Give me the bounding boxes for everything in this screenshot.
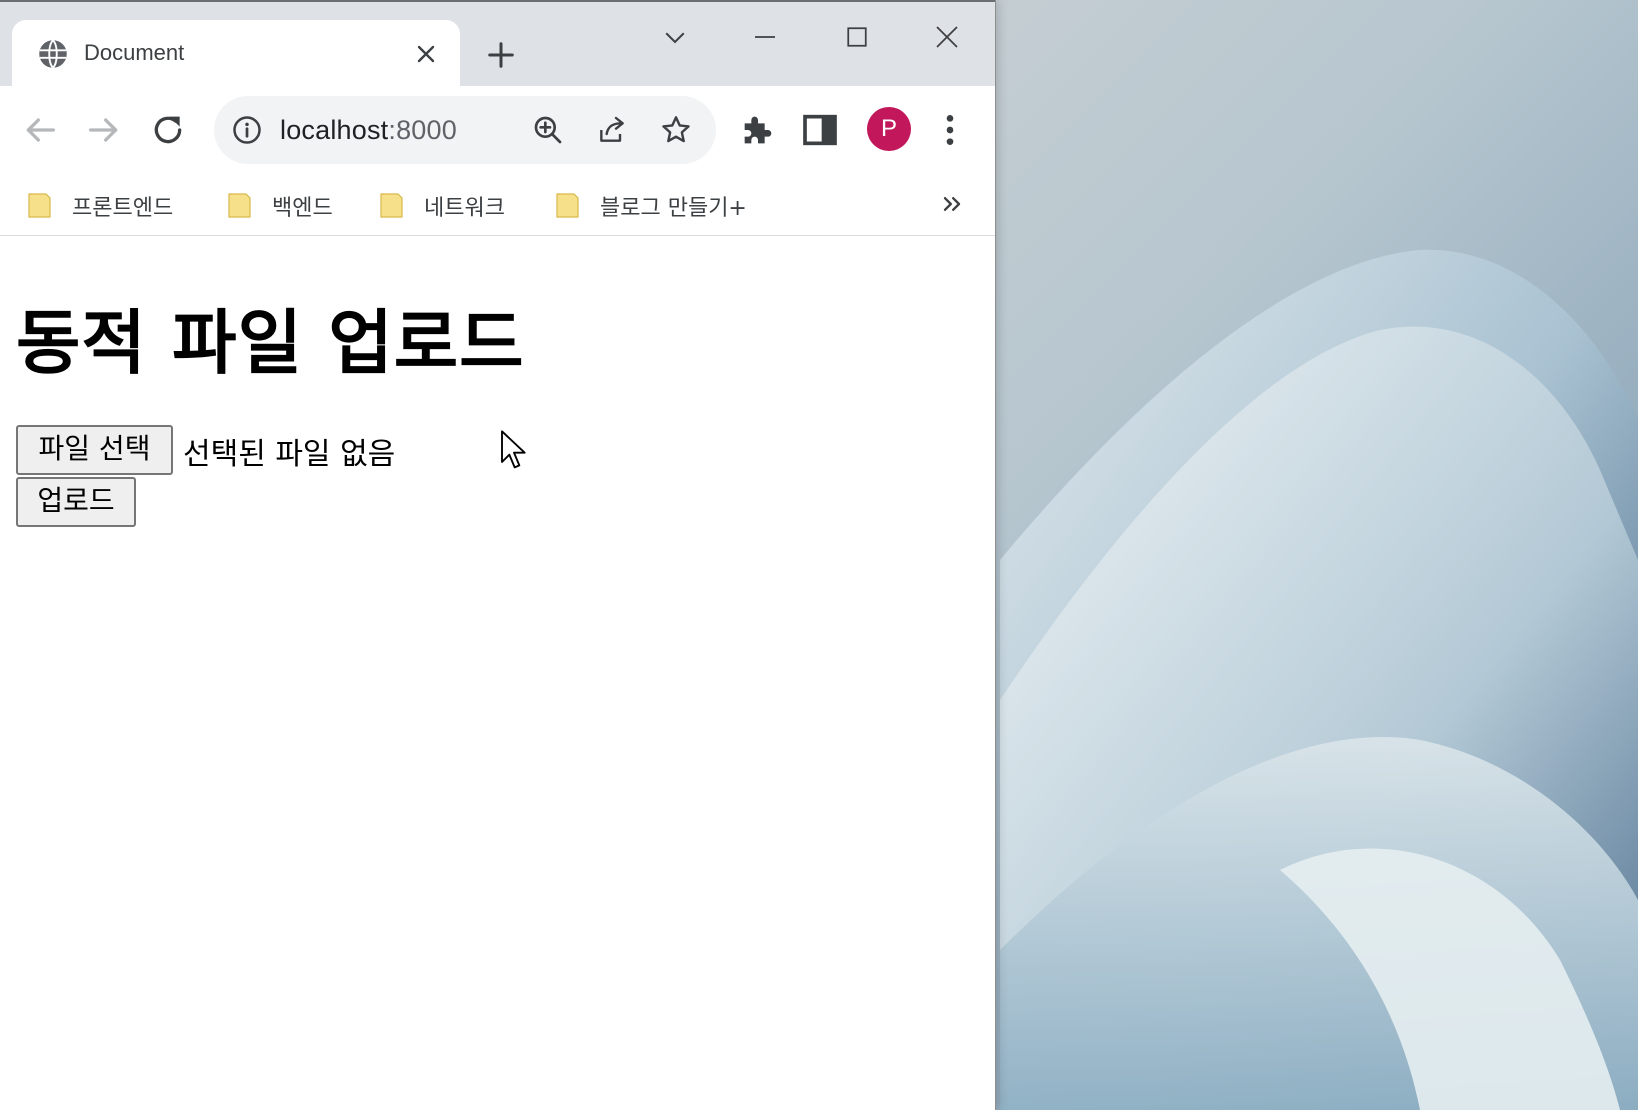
folder-icon bbox=[28, 193, 51, 218]
bookmark-label: 블로그 만들기+ bbox=[600, 196, 747, 221]
url-host: localhost bbox=[280, 115, 389, 145]
more-menu-icon[interactable] bbox=[930, 110, 970, 150]
file-status-text: 선택된 파일 없음 bbox=[183, 437, 396, 472]
tab-title: Document bbox=[84, 40, 185, 65]
chevron-double-right-icon[interactable] bbox=[938, 190, 966, 218]
bookmark-label: 네트워크 bbox=[424, 196, 505, 221]
globe-icon bbox=[39, 39, 67, 69]
maximize-icon[interactable] bbox=[842, 22, 872, 52]
upload-button[interactable]: 업로드 bbox=[16, 477, 136, 527]
browser-window: Document localhost:8000 P 프론트엔드 백엔드 네트워크… bbox=[0, 0, 996, 1110]
mouse-cursor-icon bbox=[501, 430, 526, 469]
tab-strip: Document bbox=[0, 0, 995, 88]
bookmark-label: 백엔드 bbox=[272, 196, 333, 221]
browser-toolbar: localhost:8000 P bbox=[0, 86, 995, 176]
zoom-in-icon[interactable] bbox=[532, 114, 564, 146]
choose-file-button[interactable]: 파일 선택 bbox=[16, 425, 173, 475]
bookmark-label: 프론트엔드 bbox=[72, 196, 174, 221]
tab-close-icon[interactable] bbox=[414, 42, 438, 66]
bookmarks-bar: 프론트엔드 백엔드 네트워크 블로그 만들기+ bbox=[0, 176, 995, 236]
back-arrow-icon[interactable] bbox=[20, 110, 60, 150]
folder-icon bbox=[228, 193, 251, 218]
page-content: 동적 파일 업로드 파일 선택 선택된 파일 없음 업로드 bbox=[0, 237, 995, 1110]
share-icon[interactable] bbox=[596, 114, 628, 146]
forward-arrow-icon[interactable] bbox=[84, 110, 124, 150]
close-icon[interactable] bbox=[932, 22, 962, 52]
address-bar[interactable]: localhost:8000 bbox=[214, 96, 716, 164]
reload-icon[interactable] bbox=[148, 110, 188, 150]
minimize-icon[interactable] bbox=[750, 22, 780, 52]
plus-icon[interactable] bbox=[486, 40, 516, 70]
star-icon[interactable] bbox=[660, 114, 692, 146]
tab-document[interactable]: Document bbox=[12, 20, 460, 88]
info-icon[interactable] bbox=[232, 115, 262, 145]
extensions-puzzle-icon[interactable] bbox=[738, 110, 778, 150]
folder-icon bbox=[556, 193, 579, 218]
side-panel-icon[interactable] bbox=[800, 110, 840, 150]
page-title: 동적 파일 업로드 bbox=[16, 302, 525, 384]
url-text[interactable]: localhost:8000 bbox=[280, 115, 457, 146]
chevron-down-icon[interactable] bbox=[660, 22, 690, 52]
profile-avatar[interactable]: P bbox=[867, 107, 911, 151]
url-port: :8000 bbox=[388, 115, 457, 145]
folder-icon bbox=[380, 193, 403, 218]
